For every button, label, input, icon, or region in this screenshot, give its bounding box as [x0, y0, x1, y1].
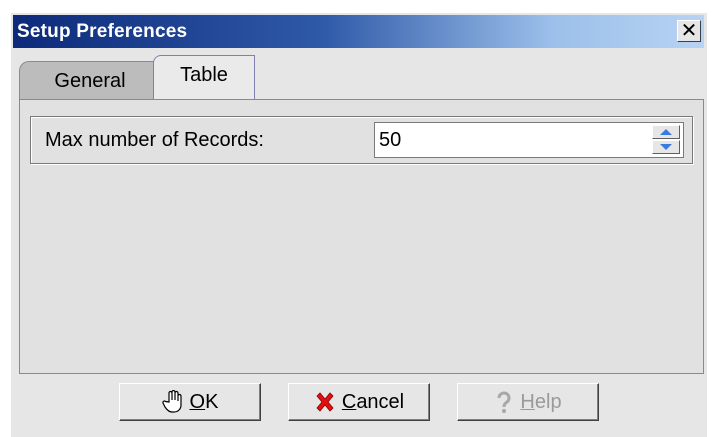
max-records-input[interactable]: 50: [379, 129, 401, 152]
max-records-label: Max number of Records:: [45, 129, 264, 151]
tab-panel: Max number of Records: 50: [19, 99, 704, 374]
arrow-down-icon: [660, 144, 672, 150]
tab-table[interactable]: Table: [153, 55, 255, 100]
title-bar[interactable]: Setup Preferences ✕: [13, 15, 704, 48]
max-records-spinner[interactable]: 50: [374, 122, 684, 158]
tab-general[interactable]: General: [19, 61, 161, 99]
setup-preferences-dialog: Setup Preferences ✕ General Table Max nu…: [10, 12, 707, 437]
x-icon: [316, 392, 334, 412]
tab-table-label: Table: [180, 64, 228, 86]
arrow-up-icon: [660, 129, 672, 135]
spin-up-button[interactable]: [652, 125, 680, 139]
max-records-group: Max number of Records: 50: [30, 116, 693, 164]
spinner-buttons: [652, 125, 680, 155]
window-title: Setup Preferences: [17, 21, 188, 42]
ok-button[interactable]: OK: [119, 383, 261, 421]
tab-general-label: General: [54, 70, 126, 92]
close-icon: ✕: [680, 18, 698, 42]
question-icon: [497, 391, 511, 413]
help-label: Help: [520, 390, 562, 413]
cancel-button[interactable]: Cancel: [288, 383, 430, 421]
close-button[interactable]: ✕: [677, 20, 701, 42]
cancel-label: Cancel: [341, 390, 405, 413]
hand-icon: [161, 390, 182, 413]
spin-down-button[interactable]: [652, 140, 680, 154]
help-button[interactable]: Help: [457, 383, 599, 421]
ok-label: OK: [189, 390, 219, 413]
